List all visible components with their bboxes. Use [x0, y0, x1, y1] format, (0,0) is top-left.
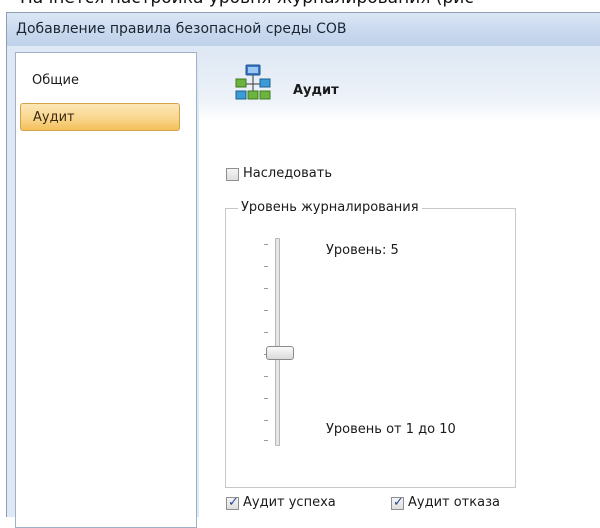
page-header: Аудит: [199, 52, 600, 122]
page-caption: Начнётся настройка уровня журналирования…: [20, 0, 600, 8]
slider-tick: [264, 244, 268, 245]
page-title: Аудит: [293, 83, 339, 98]
window-title: Добавление правила безопасной среды СОВ: [16, 21, 347, 37]
slider-tick: [264, 440, 268, 441]
level-range: Уровень от 1 до 10: [326, 422, 456, 437]
slider-tick: [264, 398, 268, 399]
sidebar: Общие Аудит: [15, 52, 197, 528]
check-icon: ✓: [228, 495, 239, 510]
failure-audit-label: Аудит отказа: [408, 495, 500, 510]
level-value: Уровень: 5: [326, 243, 399, 258]
inherit-checkbox[interactable]: [226, 168, 239, 181]
slider-tick: [264, 420, 268, 421]
network-icon: [235, 64, 271, 100]
success-audit-checkbox[interactable]: ✓: [226, 495, 239, 510]
success-audit-label: Аудит успеха: [243, 495, 336, 510]
sidebar-item-general[interactable]: Общие: [20, 67, 180, 95]
slider-tick: [264, 332, 268, 333]
content-panel: Аудит Наследовать Уровень журналирования…: [199, 52, 600, 526]
slider-tick: [264, 310, 268, 311]
slider-tick: [264, 376, 268, 377]
title-bar[interactable]: Добавление правила безопасной среды СОВ: [7, 13, 600, 46]
failure-audit-checkbox[interactable]: ✓: [391, 495, 404, 510]
logging-group-title: Уровень журналирования: [238, 200, 422, 215]
slider-tick: [264, 266, 268, 267]
logging-level-group: Уровень журналирования Уровень: 5 Уровен…: [225, 200, 516, 488]
slider-thumb[interactable]: [266, 346, 294, 360]
logging-level-slider[interactable]: [275, 238, 280, 446]
dialog-window: Добавление правила безопасной среды СОВ …: [6, 12, 600, 528]
check-icon: ✓: [393, 495, 404, 510]
inherit-label: Наследовать: [243, 166, 333, 181]
slider-tick: [264, 288, 268, 289]
sidebar-item-audit[interactable]: Аудит: [20, 103, 180, 131]
